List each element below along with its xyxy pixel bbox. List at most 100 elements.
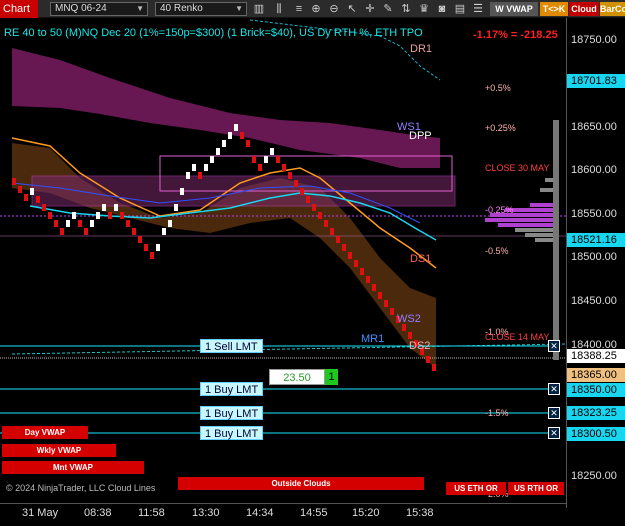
renko-brick <box>306 196 310 203</box>
weekly-vwap-button[interactable]: Wkly VWAP <box>2 444 116 457</box>
crosshair-icon[interactable]: ✛ <box>363 2 377 16</box>
renko-brick <box>150 252 154 259</box>
renko-brick <box>84 228 88 235</box>
renko-brick <box>162 228 166 235</box>
time-tick: 08:38 <box>84 507 112 519</box>
label-minus-025: -0.25% <box>485 205 514 215</box>
renko-brick <box>348 252 352 259</box>
renko-brick <box>372 284 376 291</box>
label-close-30-may: CLOSE 30 MAY <box>485 163 550 173</box>
pnl-readout: -1.17% = -218.25 <box>473 29 558 41</box>
w-vwap-toggle[interactable]: W VWAP <box>490 2 538 16</box>
chart-menu-button[interactable]: Chart <box>0 0 38 18</box>
buy-limit-order-tag-2[interactable]: 1 Buy LMT <box>200 406 264 420</box>
properties-icon[interactable]: ≡ <box>292 2 306 16</box>
outside-clouds-button[interactable]: Outside Clouds <box>178 477 424 490</box>
us-rth-or-button[interactable]: US RTH OR <box>508 482 564 495</box>
camera-icon[interactable]: ◙ <box>435 2 449 16</box>
chart-window: Chart MNQ 06-24 ▼ 40 Renko ▼ ▥ ⫼ ≡ ⊕ ⊖ ↖… <box>0 0 625 526</box>
renko-brick <box>366 276 370 283</box>
instrument-label: MNQ 06-24 <box>55 3 107 14</box>
strategy-icon[interactable]: ♛ <box>417 2 431 16</box>
renko-brick <box>144 244 148 251</box>
data-series-icon[interactable]: ⫼ <box>272 2 286 16</box>
day-vwap-button[interactable]: Day VWAP <box>2 426 88 439</box>
renko-brick <box>240 132 244 139</box>
level-dr1: DR1 <box>410 43 433 55</box>
renko-brick <box>42 204 46 211</box>
renko-brick <box>168 220 172 227</box>
window-linking-icon[interactable]: ▤ <box>453 2 467 16</box>
renko-brick <box>360 268 364 275</box>
cancel-buy-order-1-icon[interactable]: ✕ <box>548 383 560 395</box>
bar-type-label: 40 Renko <box>160 3 203 14</box>
renko-brick <box>126 220 130 227</box>
cancel-sell-order-icon[interactable]: ✕ <box>548 340 560 352</box>
renko-brick <box>312 204 316 211</box>
renko-brick <box>270 148 274 155</box>
renko-brick <box>324 220 328 227</box>
renko-brick <box>192 164 196 171</box>
renko-brick <box>198 172 202 179</box>
renko-brick <box>108 212 112 219</box>
zoom-in-icon[interactable]: ⊕ <box>309 2 323 16</box>
renko-brick <box>24 194 28 201</box>
renko-brick <box>234 124 238 131</box>
price-tick: 18500.00 <box>571 251 617 263</box>
renko-brick <box>18 186 22 193</box>
renko-brick <box>180 188 184 195</box>
renko-brick <box>12 178 16 185</box>
buy-limit-order-tag-1[interactable]: 1 Buy LMT <box>200 382 264 396</box>
time-tick: 14:55 <box>300 507 328 519</box>
chevron-down-icon: ▼ <box>235 4 243 13</box>
renko-brick <box>342 244 346 251</box>
cloud-toggle[interactable]: Cloud <box>569 2 599 16</box>
renko-brick <box>408 332 412 339</box>
renko-brick <box>336 236 340 243</box>
cancel-buy-order-2-icon[interactable]: ✕ <box>548 407 560 419</box>
time-tick: 11:58 <box>138 507 165 519</box>
monthly-vwap-button[interactable]: Mnt VWAP <box>2 461 144 474</box>
renko-brick <box>60 228 64 235</box>
profit-ticks-readout: 23.50 <box>269 369 325 385</box>
drawing-tool-icon[interactable]: ✎ <box>381 2 395 16</box>
sell-limit-order-tag[interactable]: 1 Sell LMT <box>200 339 263 353</box>
price-tag-target-2: 18323.25 <box>567 406 625 420</box>
price-tick: 18550.00 <box>571 208 617 220</box>
pointer-icon[interactable]: ↖ <box>345 2 359 16</box>
zoom-out-icon[interactable]: ⊖ <box>327 2 341 16</box>
trade-icon[interactable]: ⇅ <box>399 2 413 16</box>
renko-brick <box>264 156 268 163</box>
renko-brick <box>102 204 106 211</box>
renko-brick <box>138 236 142 243</box>
price-tick: 18250.00 <box>571 470 617 482</box>
instrument-selector[interactable]: MNQ 06-24 ▼ <box>50 2 148 16</box>
renko-brick <box>384 300 388 307</box>
position-qty-badge[interactable]: 1 <box>325 369 338 385</box>
buy-limit-order-tag-3[interactable]: 1 Buy LMT <box>200 426 264 440</box>
time-tick: 31 May <box>22 507 59 519</box>
copyright-text: © 2024 NinjaTrader, LLC Cloud Lines <box>6 483 156 493</box>
barco-toggle[interactable]: BarCo <box>600 2 625 16</box>
cancel-buy-order-3-icon[interactable]: ✕ <box>548 427 560 439</box>
price-tag-target-3: 18300.50 <box>567 427 625 441</box>
tk-toggle[interactable]: T<>K <box>540 2 568 16</box>
renko-brick <box>114 204 118 211</box>
label-close-14-may: CLOSE 14 MAY <box>485 332 550 342</box>
renko-brick <box>72 212 76 219</box>
renko-brick <box>300 188 304 195</box>
bars-icon[interactable]: ▥ <box>252 2 266 16</box>
price-tick: 18750.00 <box>571 34 617 46</box>
renko-brick <box>252 156 256 163</box>
alert-icon[interactable]: ☰ <box>471 2 485 16</box>
renko-brick <box>96 212 100 219</box>
us-eth-or-button[interactable]: US ETH OR <box>446 482 506 495</box>
price-tag-mid: 18521.16 <box>567 233 625 247</box>
upper-cloud-band <box>12 48 440 168</box>
renko-brick <box>258 164 262 171</box>
label-minus-05: -0.5% <box>485 246 509 256</box>
renko-brick <box>426 356 430 363</box>
renko-brick <box>210 156 214 163</box>
renko-brick <box>90 220 94 227</box>
bar-type-selector[interactable]: 40 Renko ▼ <box>155 2 247 16</box>
